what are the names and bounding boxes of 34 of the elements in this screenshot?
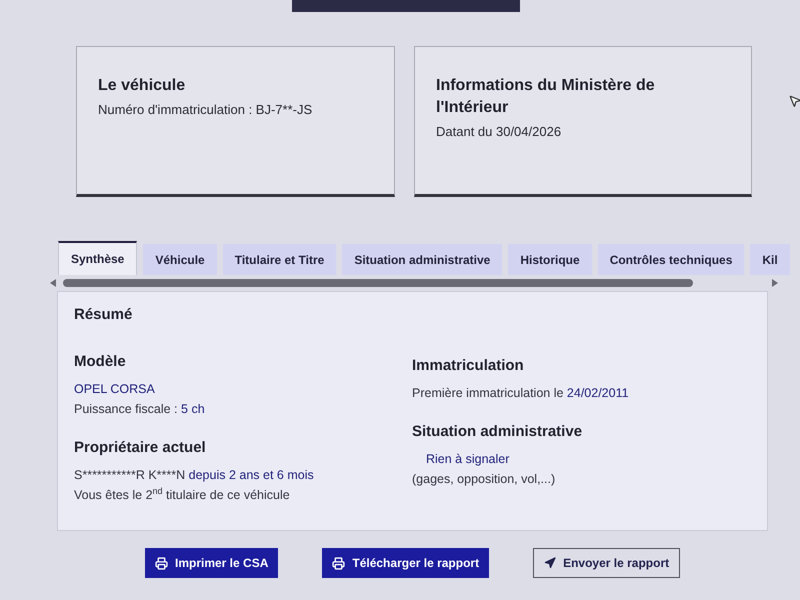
info-text: Première immatriculation le 24/02/2011 xyxy=(412,385,630,402)
scroll-left-icon[interactable] xyxy=(50,279,56,287)
info-text: OPEL CORSA xyxy=(74,381,156,398)
card-title: Le véhicule xyxy=(98,76,186,96)
tab[interactable]: Historique xyxy=(508,244,592,275)
tab[interactable]: Titulaire et Titre xyxy=(222,244,336,275)
primary-button[interactable]: Imprimer le CSA xyxy=(145,548,278,578)
scrollbar-thumb[interactable] xyxy=(63,279,693,287)
card-text: Datant du 30/04/2026 xyxy=(436,123,562,141)
scroll-right-icon[interactable] xyxy=(772,279,778,287)
printer-icon xyxy=(332,556,346,570)
tab[interactable]: Kil xyxy=(750,244,790,275)
section-heading: Modèle xyxy=(74,353,127,370)
info-text: S***********R K****N depuis 2 ans et 6 mois xyxy=(74,467,315,484)
card-title: Informations du Ministère de l'Intérieur xyxy=(436,76,656,118)
section-heading: Situation administrative xyxy=(412,423,584,440)
card-text: Numéro d'immatriculation : BJ-7**-JS xyxy=(98,101,314,119)
section-heading: Immatriculation xyxy=(412,357,525,374)
horizontal-scrollbar[interactable] xyxy=(50,278,778,288)
printer-icon xyxy=(155,556,168,570)
info-text: (gages, opposition, vol,...) xyxy=(412,471,556,488)
navigation-arrow-icon xyxy=(544,557,556,569)
secondary-button[interactable]: Envoyer le rapport xyxy=(533,548,680,578)
primary-button[interactable]: Télécharger le rapport xyxy=(322,548,490,578)
info-text: Vous êtes le 2$^{nd}$ titulaire de ce véhicule xyxy=(74,485,291,504)
tab[interactable]: Synthèse xyxy=(58,241,138,275)
tab[interactable]: Situation administrative xyxy=(342,244,502,275)
panel-title: Résumé xyxy=(74,306,134,323)
tab[interactable]: Véhicule xyxy=(143,244,217,275)
status-text: Rien à signaler xyxy=(425,451,510,468)
mouse-pointer-icon xyxy=(788,94,800,110)
info-text: Puissance fiscale : 5 ch xyxy=(74,401,206,418)
tab[interactable]: Contrôles techniques xyxy=(598,244,744,275)
section-heading: Propriétaire actuel xyxy=(74,439,207,456)
